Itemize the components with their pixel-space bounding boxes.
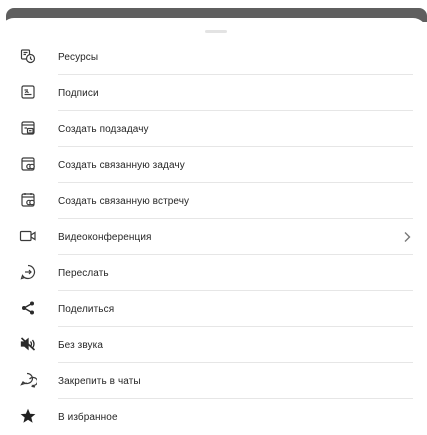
menu-item-mute[interactable]: Без звука [0, 327, 427, 363]
forward-icon [19, 263, 37, 281]
action-sheet: Ресурсы Подписи Создать подзадачу Создат… [0, 18, 427, 426]
menu-item-signatures[interactable]: Подписи [0, 75, 427, 111]
menu-item-create-linked-task[interactable]: Создать связанную задачу [0, 147, 427, 183]
menu-item-create-subtask[interactable]: Создать подзадачу [0, 111, 427, 147]
menu-item-resources[interactable]: Ресурсы [0, 39, 427, 75]
menu-item-label: Без звука [58, 339, 104, 351]
sheet-grabber-handle[interactable] [205, 30, 227, 33]
action-menu: Ресурсы Подписи Создать подзадачу Создат… [0, 39, 427, 435]
menu-item-add-to-favorites[interactable]: В избранное [0, 399, 427, 435]
menu-item-label: Закрепить в чаты [58, 375, 141, 387]
menu-item-create-linked-meeting[interactable]: Создать связанную встречу [0, 183, 427, 219]
star-icon [19, 407, 37, 425]
share-icon [19, 299, 37, 317]
menu-item-forward[interactable]: Переслать [0, 255, 427, 291]
menu-item-label: Ресурсы [58, 51, 99, 63]
mute-icon [19, 335, 37, 353]
menu-item-label: Видеоконференция [58, 231, 152, 243]
menu-item-label: Подписи [58, 87, 99, 99]
subtask-icon [19, 119, 37, 137]
menu-item-label: Создать связанную задачу [58, 159, 185, 171]
resources-icon [19, 47, 37, 65]
chevron-right-icon [402, 231, 412, 243]
linked-task-icon [19, 155, 37, 173]
video-camera-icon [19, 227, 37, 245]
menu-item-share[interactable]: Поделиться [0, 291, 427, 327]
menu-item-label: В избранное [58, 411, 118, 423]
menu-item-video-conference[interactable]: Видеоконференция [0, 219, 427, 255]
pin-chat-icon [19, 371, 37, 389]
signature-icon [19, 83, 37, 101]
linked-meeting-icon [19, 191, 37, 209]
menu-item-pin-to-chats[interactable]: Закрепить в чаты [0, 363, 427, 399]
menu-item-label: Создать связанную встречу [58, 195, 190, 207]
menu-item-label: Переслать [58, 267, 109, 279]
menu-item-label: Поделиться [58, 303, 115, 315]
menu-item-label: Создать подзадачу [58, 123, 149, 135]
